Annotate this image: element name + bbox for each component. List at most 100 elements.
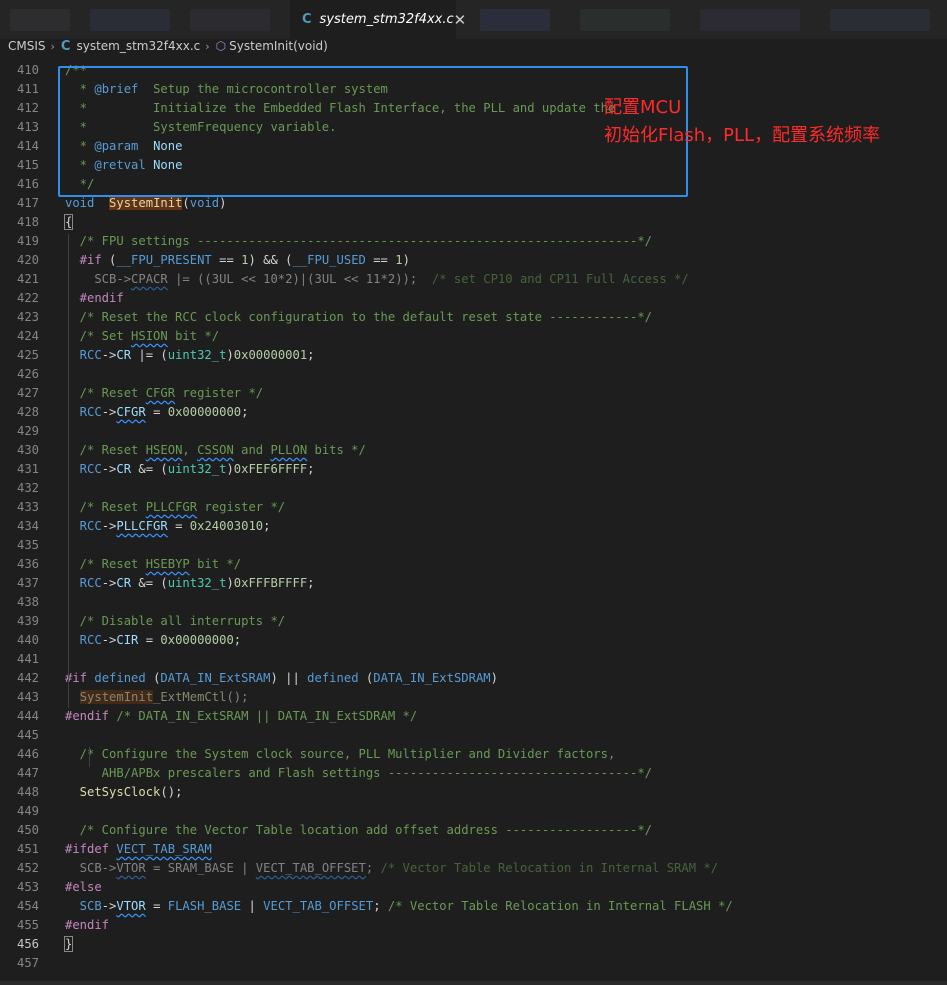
code-line[interactable]: 426 xyxy=(0,367,947,386)
code-line[interactable]: 429 xyxy=(0,424,947,443)
code-line[interactable]: 448 SetSysClock(); xyxy=(0,785,947,804)
tab-blurred-4[interactable] xyxy=(480,9,550,31)
breadcrumb-symbol[interactable]: SystemInit(void) xyxy=(229,39,328,53)
code-line[interactable]: 439 /* Disable all interrupts */ xyxy=(0,614,947,633)
line-number: 450 xyxy=(16,823,39,837)
code-token: |= ((3UL << 10*2)|(3UL << 11*2)); xyxy=(167,272,418,286)
tab-system-stm32f4xx[interactable]: C system_stm32f4xx.c ✕ xyxy=(290,0,466,39)
code-token: PLLCFGR xyxy=(145,500,198,514)
code-token: 1 xyxy=(395,253,403,267)
code-text: { xyxy=(64,214,74,230)
tab-blurred-1[interactable] xyxy=(10,9,70,31)
code-line[interactable]: 450 /* Configure the Vector Table locati… xyxy=(0,823,947,842)
line-number: 439 xyxy=(16,614,39,628)
code-token: bit */ xyxy=(167,329,220,343)
code-line[interactable]: 418 { xyxy=(0,214,947,234)
code-line[interactable]: 421 SCB->CPACR |= ((3UL << 10*2)|(3UL <<… xyxy=(0,272,947,291)
code-line[interactable]: 455 #endif xyxy=(0,918,947,937)
code-text: RCC->CIR = 0x00000000; xyxy=(65,633,241,647)
code-token: register */ xyxy=(197,500,286,514)
code-token: ; xyxy=(307,462,315,476)
code-token: } xyxy=(64,936,74,952)
line-number: 449 xyxy=(16,804,39,818)
code-line[interactable]: 430 /* Reset HSEON, CSSON and PLLON bits… xyxy=(0,443,947,462)
code-line[interactable]: 452 SCB->VTOR = SRAM_BASE | VECT_TAB_OFF… xyxy=(0,861,947,880)
code-line[interactable]: 444 #endif /* DATA_IN_ExtSRAM || DATA_IN_… xyxy=(0,709,947,728)
code-line[interactable]: 417 void SystemInit(void) xyxy=(0,196,947,215)
code-token: { xyxy=(64,214,74,230)
code-line[interactable]: 428 RCC->CFGR = 0x00000000; xyxy=(0,405,947,424)
tab-label: system_stm32f4xx.c xyxy=(319,12,454,27)
code-token: CFGR xyxy=(116,405,146,419)
code-text: RCC->CR &= (uint32_t)0xFFFBFFFF; xyxy=(65,576,315,590)
code-line[interactable]: 456} xyxy=(0,936,947,956)
tab-blurred-6[interactable] xyxy=(700,9,800,31)
code-text: #else xyxy=(65,880,102,894)
code-line[interactable]: 424 /* Set HSION bit */ xyxy=(0,329,947,348)
code-token: ( xyxy=(145,671,161,685)
code-token: #endif xyxy=(65,918,110,932)
partial-line: 409 xyxy=(0,53,15,63)
code-line[interactable]: 423 /* Reset the RCC clock configuration… xyxy=(0,310,947,329)
code-line[interactable]: 453 #else xyxy=(0,880,947,899)
code-line[interactable]: 433 /* Reset PLLCFGR register */ xyxy=(0,500,947,519)
code-token: RCC xyxy=(65,576,102,590)
code-text: SCB->VTOR = SRAM_BASE | VECT_TAB_OFFSET;… xyxy=(65,861,718,875)
tab-blurred-5[interactable] xyxy=(580,9,670,31)
line-number: 413 xyxy=(16,120,39,134)
code-line[interactable]: 435 xyxy=(0,538,947,557)
code-line[interactable]: 437 RCC->CR &= (uint32_t)0xFFFBFFFF; xyxy=(0,576,947,595)
line-number: 457 xyxy=(16,956,39,970)
line-number: 442 xyxy=(16,671,39,685)
code-token: (); xyxy=(160,785,183,799)
code-line[interactable]: 457 xyxy=(0,956,947,975)
code-line[interactable]: 431 RCC->CR &= (uint32_t)0xFEF6FFFF; xyxy=(0,462,947,481)
tab-blurred-3[interactable] xyxy=(190,9,270,31)
code-token: DATA_IN_ExtSRAM xyxy=(160,671,271,685)
code-editor[interactable]: 410/** 411 * @brief Setup the microcontro… xyxy=(0,63,947,975)
horizontal-scrollbar[interactable] xyxy=(0,981,947,985)
code-line[interactable]: 422 #endif xyxy=(0,291,947,310)
code-token: = xyxy=(145,899,168,913)
code-line[interactable]: 454 SCB->VTOR = FLASH_BASE | VECT_TAB_OF… xyxy=(0,899,947,918)
code-token: VTOR xyxy=(116,861,146,875)
tab-blurred-7[interactable] xyxy=(830,9,930,31)
code-text: RCC->PLLCFGR = 0x24003010; xyxy=(65,519,271,533)
code-line[interactable]: 420 #if (__FPU_PRESENT == 1) && (__FPU_U… xyxy=(0,253,947,272)
code-line[interactable]: 438 xyxy=(0,595,947,614)
code-token: 0xFFFBFFFF xyxy=(233,576,308,590)
code-token: RCC xyxy=(65,462,102,476)
line-number: 429 xyxy=(16,424,39,438)
code-token: /* set CP10 and CP11 Full Access */ xyxy=(417,272,689,286)
code-line[interactable]: 446 /* Configure the System clock source… xyxy=(0,747,947,766)
code-token: RCC xyxy=(65,405,102,419)
code-line[interactable]: 432 xyxy=(0,481,947,500)
code-line[interactable]: 436 /* Reset HSEBYP bit */ xyxy=(0,557,947,576)
tab-blurred-2[interactable] xyxy=(90,9,170,31)
line-number: 445 xyxy=(16,728,39,742)
breadcrumb-folder[interactable]: CMSIS xyxy=(8,39,46,53)
code-token: /* Reset xyxy=(65,443,146,457)
code-token: CR xyxy=(116,462,132,476)
code-line[interactable]: 443 SystemInit_ExtMemCtl(); xyxy=(0,690,947,709)
code-line[interactable]: 447 AHB/APBx prescalers and Flash settin… xyxy=(0,766,947,785)
code-line[interactable]: 425 RCC->CR |= (uint32_t)0x00000001; xyxy=(0,348,947,367)
code-token: VTOR xyxy=(116,899,146,913)
code-line[interactable]: 419 /* FPU settings --------------------… xyxy=(0,234,947,253)
line-number: 440 xyxy=(16,633,39,647)
code-token: -> xyxy=(101,405,117,419)
code-token: CR xyxy=(116,576,132,590)
line-number: 426 xyxy=(16,367,39,381)
code-line[interactable]: 440 RCC->CIR = 0x00000000; xyxy=(0,633,947,652)
code-line[interactable]: 441 xyxy=(0,652,947,671)
code-line[interactable]: 442 #if defined (DATA_IN_ExtSRAM) || defi… xyxy=(0,671,947,690)
code-line[interactable]: 451 #ifdef VECT_TAB_SRAM xyxy=(0,842,947,861)
close-icon[interactable]: ✕ xyxy=(454,11,467,29)
code-line[interactable]: 449 xyxy=(0,804,947,823)
code-token: uint32_t xyxy=(167,462,227,476)
code-line[interactable]: 445 xyxy=(0,728,947,747)
code-line[interactable]: 427 /* Reset CFGR register */ xyxy=(0,386,947,405)
breadcrumb-file[interactable]: system_stm32f4xx.c xyxy=(76,39,200,53)
code-token: = xyxy=(145,405,168,419)
code-line[interactable]: 434 RCC->PLLCFGR = 0x24003010; xyxy=(0,519,947,538)
